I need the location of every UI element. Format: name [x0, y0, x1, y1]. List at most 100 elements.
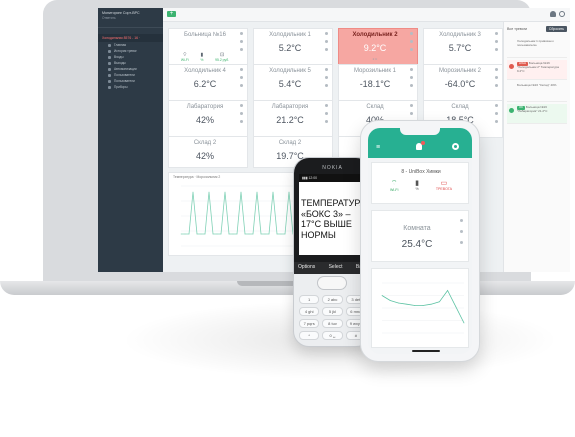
users-icon [108, 73, 111, 77]
sensor-card[interactable]: Холодильник 3 5.7°C [423, 28, 503, 66]
card-name: Больница №16 [184, 32, 226, 38]
card-actions[interactable] [325, 32, 329, 62]
data-point [256, 191, 258, 193]
menu-icon[interactable]: ≡ [376, 144, 380, 151]
notification-badge [421, 141, 425, 145]
keypad-key[interactable]: 1 [299, 295, 320, 304]
card-actions[interactable] [460, 219, 464, 252]
notification-item[interactable]: HIGH Больница №16 "Холодильник 2" Темпер… [507, 60, 567, 80]
app-header: ≡ [368, 128, 472, 158]
card-name: Склад [451, 104, 469, 110]
room-sensor-card[interactable]: Комната 25.4°C [371, 210, 469, 262]
card-actions[interactable] [240, 32, 244, 62]
card-actions[interactable] [410, 32, 414, 62]
notification-item[interactable]: Холодильник 1 привязан к пользователю [507, 38, 567, 58]
keypad-key[interactable]: * [299, 331, 320, 340]
soft-key-select[interactable]: Select [329, 264, 343, 272]
gear-icon[interactable] [452, 143, 459, 150]
add-button[interactable]: + [167, 11, 176, 17]
data-point [180, 233, 182, 235]
sidebar-item-label: Выходы [114, 61, 126, 65]
smartphone-screen: ≡ 8 - UniBox Химки ⌔ Wi-Fi ▮% ▭ ТРЕВОГА Ко… [368, 128, 472, 354]
data-point [208, 191, 210, 193]
card-value: 9.2°C [363, 43, 387, 53]
keypad-key[interactable]: 4 ghi [299, 307, 320, 316]
card-name: Холодильник 2 [352, 32, 398, 38]
soft-key-left[interactable]: Options [298, 264, 315, 272]
device-indicators: ⌔ Wi-Fi ▮% ▭ ТРЕВОГА [390, 179, 452, 192]
sidebar-item-label: Пользователи [114, 79, 135, 83]
indicator-value: % [200, 58, 204, 62]
data-point [216, 233, 218, 235]
sensor-card[interactable]: Морозильник 2 -64.0°C [423, 64, 503, 102]
indicator-label: % [415, 187, 419, 191]
card-indicators: ⌔ Wi-Fi ▮% ⊡ 95.2 руб. [175, 52, 235, 62]
navigation-key[interactable] [317, 276, 347, 290]
sensor-card[interactable]: Лабаратория 21.2°C [253, 100, 333, 138]
keypad-key[interactable]: 8 tuv [322, 319, 343, 328]
device-card[interactable]: 8 - UniBox Химки ⌔ Wi-Fi ▮% ▭ ТРЕВОГА [371, 162, 469, 204]
card-actions[interactable] [240, 68, 244, 98]
data-point [406, 303, 407, 305]
card-actions[interactable] [495, 104, 499, 134]
card-actions[interactable] [495, 32, 499, 62]
data-point [204, 233, 206, 235]
sidebar-item[interactable]: Приборы [98, 84, 163, 90]
card-actions[interactable] [410, 68, 414, 98]
sensor-card[interactable]: Холодильник 5 5.4°C [253, 64, 333, 102]
data-point [192, 191, 194, 193]
card-name: Лабаратория [271, 104, 309, 110]
sidebar-item-label: История тревог [114, 49, 137, 53]
notification-item[interactable]: OK Больница №16 "Лабаратория" 21.2°C [507, 104, 567, 124]
sensor-card[interactable]: Лабаратория 42% [168, 100, 248, 138]
card-actions[interactable] [325, 104, 329, 134]
data-point [414, 305, 416, 306]
signal-icon: ▮ [415, 180, 420, 187]
data-point [212, 233, 214, 235]
data-point [272, 191, 274, 193]
data-point [439, 301, 440, 303]
card-actions[interactable] [325, 68, 329, 98]
home-indicator [412, 350, 440, 352]
keypad-key[interactable]: 2 abc [322, 295, 343, 304]
sensor-card[interactable]: Морозильник 1 -18.1°C [338, 64, 418, 102]
card-value: 42% [195, 151, 214, 161]
sensor-card-alarm[interactable]: Холодильник 2 9.2°C 2 С [338, 28, 418, 66]
sidebar-item-label: Пользователи [114, 73, 135, 77]
indicator: ⌔ Wi-Fi [390, 179, 398, 192]
data-point [288, 191, 290, 193]
card-actions[interactable] [495, 68, 499, 98]
room-temperature-chart [371, 268, 469, 348]
sensor-card[interactable]: Больница №16 ⌔ Wi-Fi ▮% ⊡ 95.2 руб. [168, 28, 248, 66]
sidebar-subtitle[interactable]: Ответить [102, 16, 159, 20]
data-point [252, 233, 254, 235]
sidebar-item-label: Автоматизации [114, 67, 137, 71]
data-point [422, 305, 424, 306]
automation-icon [108, 67, 111, 71]
history-icon [108, 49, 111, 53]
sensor-card[interactable]: Холодильник 1 5.2°C [253, 28, 333, 66]
card-value: 5.2°C [278, 43, 302, 53]
card-value: 42% [195, 115, 214, 125]
sensor-card[interactable]: Холодильник 4 6.2°C [168, 64, 248, 102]
gear-icon[interactable] [559, 11, 565, 17]
sidebar-header: Мониторинг Сорт-ВРС Ответить [98, 8, 163, 28]
reset-button[interactable]: Сбросить [545, 26, 567, 32]
keypad-key[interactable]: 0 ␣ [322, 331, 343, 340]
notification-text: Больница №16 "Склад" 40% [517, 83, 557, 87]
indicator: ▮% [200, 52, 203, 62]
keypad-key[interactable]: 7 pqrs [299, 319, 320, 328]
indicator: ▭ ТРЕВОГА [436, 179, 452, 192]
bell-icon[interactable] [550, 11, 556, 17]
notifications-title: Все тревоги [507, 27, 528, 31]
sidebar-active-device[interactable]: Холодильник 8576 - 16 · [98, 34, 163, 42]
card-name: Морозильник 2 [438, 68, 482, 74]
data-point [455, 306, 457, 308]
notification-item[interactable]: Больница №16 "Склад" 40% [507, 82, 567, 102]
sidebar-item-label: Главная [114, 43, 127, 47]
keypad-key[interactable]: 5 jkl [322, 307, 343, 316]
room-name: Комната [403, 225, 431, 232]
sensor-card[interactable]: Склад 2 42% [168, 136, 248, 168]
card-actions[interactable] [240, 104, 244, 134]
ok-icon [509, 108, 514, 113]
